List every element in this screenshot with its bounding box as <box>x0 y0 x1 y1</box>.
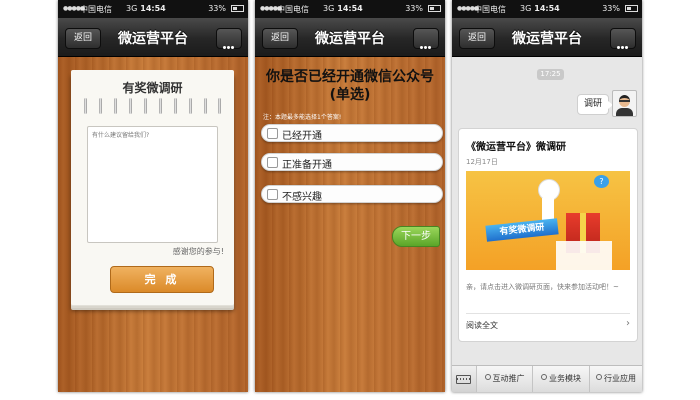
bottom-menu-bar: 互动推广 业务模块 行业应用 <box>452 365 642 392</box>
battery-icon <box>231 5 244 12</box>
nav-bar: 返回 微运营平台 <box>452 18 642 57</box>
avatar-body <box>616 108 633 116</box>
menu-tab-label: 互动推广 <box>492 374 525 383</box>
status-bar: ●●●●● 中国电信 3G 14:54 33% <box>58 0 248 18</box>
more-dots-icon <box>223 34 235 53</box>
question-note: 注：本题最多能选择1个答案! <box>263 114 342 121</box>
more-button[interactable] <box>216 28 242 49</box>
battery-percent: 33% <box>405 4 423 13</box>
read-more-link[interactable]: 阅读全文 <box>466 320 498 331</box>
thanks-text: 感谢您的参与! <box>172 247 224 256</box>
option-label: 正准备开通 <box>282 160 332 171</box>
banner-ribbon: 有奖微调研 <box>485 218 559 242</box>
chat-timestamp: 17:25 <box>537 69 564 80</box>
option-label: 已经开通 <box>282 131 322 142</box>
option-label: 不感兴趣 <box>282 192 322 203</box>
more-button[interactable] <box>610 28 636 49</box>
status-bar: ●●●●● 中国电信 3G 14:54 33% <box>452 0 642 18</box>
nav-bar: 返回 微运营平台 <box>58 18 248 57</box>
next-button[interactable]: 下一步 <box>392 226 440 247</box>
avatar[interactable] <box>612 90 637 117</box>
checkbox[interactable] <box>267 128 278 139</box>
status-bar: ●●●●● 中国电信 3G 14:54 33% <box>255 0 445 18</box>
feedback-textarea[interactable] <box>87 126 218 243</box>
more-dots-icon <box>617 34 629 53</box>
option-not-interested[interactable]: 不感兴趣 <box>261 185 443 203</box>
more-button[interactable] <box>413 28 439 49</box>
option-preparing[interactable]: 正准备开通 <box>261 153 443 171</box>
question-text: 你是否已经开通微信公众号 (单选) <box>255 68 445 104</box>
nav-bar: 返回 微运营平台 <box>255 18 445 57</box>
menu-dot-icon <box>596 374 602 380</box>
menu-dot-icon <box>541 374 547 380</box>
article-description: 亲，请点击进入微调研页面，快来参加活动吧！~ <box>466 283 619 291</box>
menu-tab-industry-applications[interactable]: 行业应用 <box>590 366 642 392</box>
menu-tab-business-modules[interactable]: 业务模块 <box>533 366 590 392</box>
question-bubble-icon: ? <box>594 175 609 188</box>
menu-tab-label: 行业应用 <box>604 374 636 383</box>
wood-background <box>255 57 445 392</box>
battery-icon <box>625 5 638 12</box>
submit-button[interactable]: 完 成 <box>110 266 214 293</box>
battery-percent: 33% <box>208 4 226 13</box>
divider <box>466 313 630 314</box>
battery-icon <box>428 5 441 12</box>
phone-screen-chat: ●●●●● 中国电信 3G 14:54 33% 返回 微运营平台 17:25 调… <box>452 0 642 392</box>
survey-card: 有奖微调研 感谢您的参与! 完 成 <box>71 70 234 305</box>
avatar-glasses <box>619 100 630 102</box>
article-title: 《微运营平台》微调研 <box>466 142 566 153</box>
checkbox[interactable] <box>267 157 278 168</box>
article-cover-image: ? 有奖微调研 <box>466 171 630 270</box>
stairs-graphic <box>556 241 612 270</box>
keyboard-icon <box>456 375 471 384</box>
more-dots-icon <box>420 34 432 53</box>
article-card[interactable]: 《微运营平台》微调研 12月17日 ? 有奖微调研 亲，请点击进入微调研页面，快… <box>458 128 638 342</box>
option-already-opened[interactable]: 已经开通 <box>261 124 443 142</box>
phone-screen-survey-form: ●●●●● 中国电信 3G 14:54 33% 返回 微运营平台 有奖微调研 感… <box>58 0 248 392</box>
binder-rings <box>84 98 221 116</box>
menu-tab-interactive-promotion[interactable]: 互动推广 <box>477 366 533 392</box>
question-line-2: (单选) <box>329 87 371 103</box>
keyboard-toggle-button[interactable] <box>452 366 477 392</box>
article-date: 12月17日 <box>466 158 498 166</box>
message-bubble[interactable]: 调研 <box>577 94 613 115</box>
survey-title: 有奖微调研 <box>122 81 183 95</box>
menu-tab-label: 业务模块 <box>549 374 581 383</box>
phone-screen-survey-question: ●●●●● 中国电信 3G 14:54 33% 返回 微运营平台 你是否已经开通… <box>255 0 445 392</box>
chevron-right-icon: › <box>626 318 630 329</box>
question-line-1: 你是否已经开通微信公众号 <box>266 69 434 85</box>
menu-dot-icon <box>484 374 491 380</box>
checkbox[interactable] <box>267 189 278 200</box>
battery-percent: 33% <box>602 4 620 13</box>
